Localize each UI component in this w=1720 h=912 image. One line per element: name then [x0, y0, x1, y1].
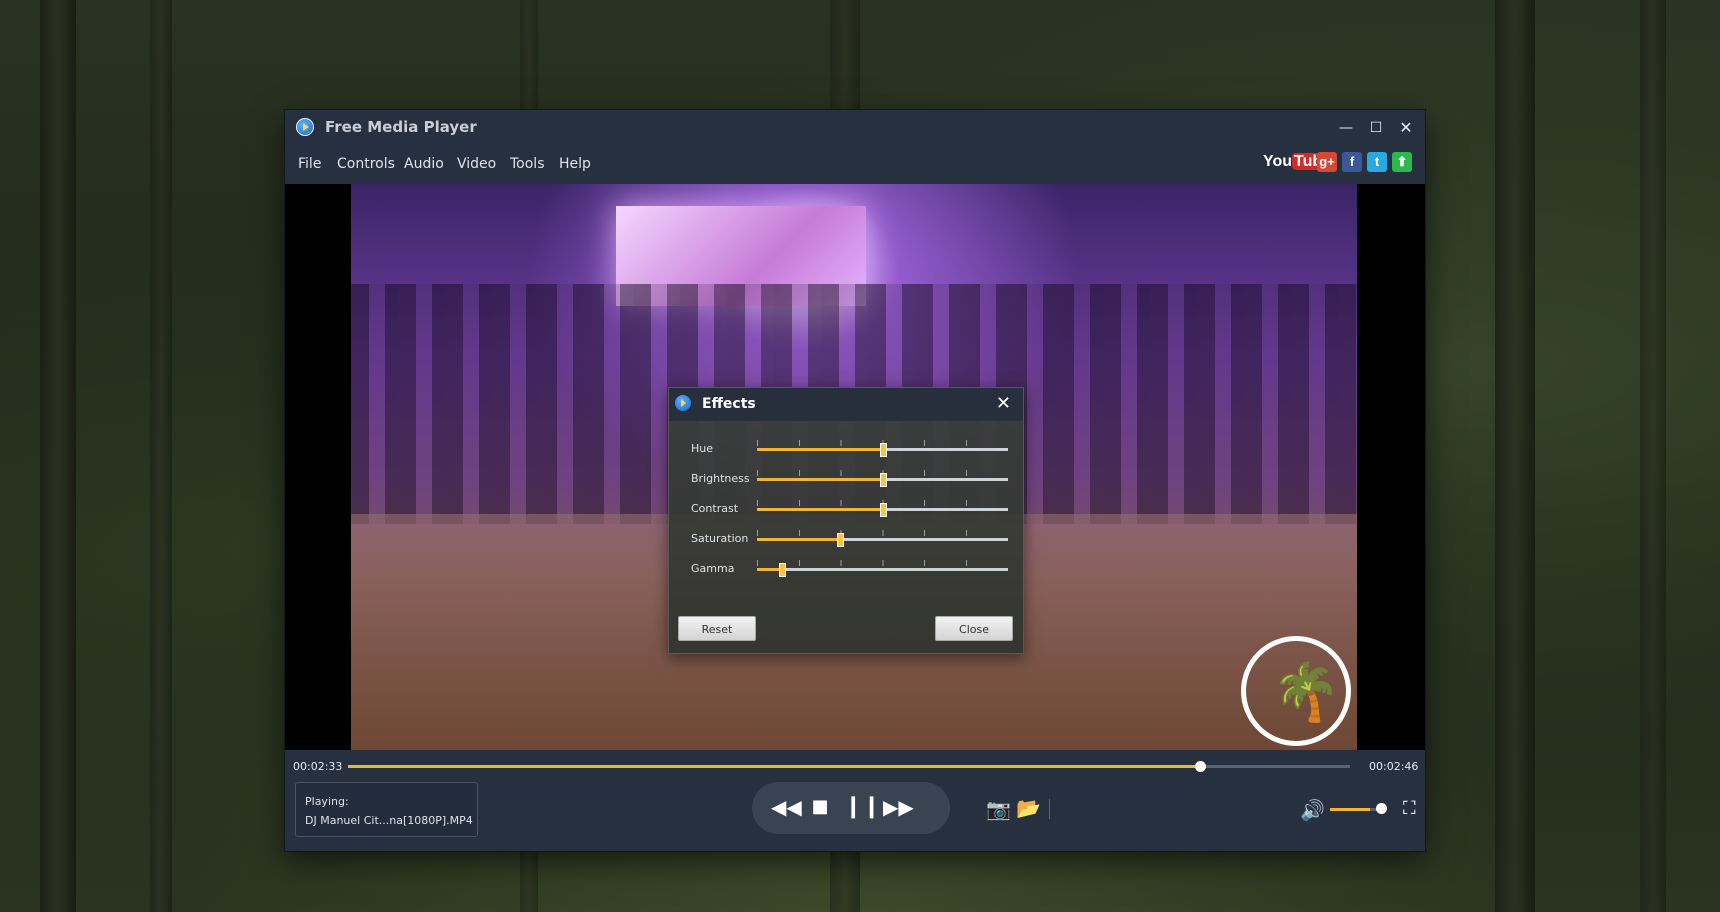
youtube-you-text: You [1263, 153, 1293, 170]
slider-row-gamma: Gamma [669, 556, 1023, 582]
minimize-button[interactable]: — [1334, 116, 1358, 140]
gamma-slider[interactable] [757, 563, 1008, 577]
title-bar[interactable]: Free Media Player — ☐ ✕ [285, 110, 1425, 146]
slider-knob[interactable] [836, 533, 844, 547]
slider-knob[interactable] [879, 503, 887, 517]
facebook-icon[interactable]: f [1342, 152, 1362, 172]
now-playing-box: Playing: DJ Manuel Cit...na[1080P].MP4 [295, 782, 478, 837]
slider-fill [757, 478, 883, 481]
elapsed-time: 00:02:33 [293, 760, 343, 773]
effects-close-button[interactable]: Close [935, 616, 1013, 641]
seek-track[interactable] [348, 761, 1350, 772]
slider-row-contrast: Contrast [669, 496, 1023, 522]
pause-icon[interactable]: ❙❙ [844, 796, 881, 818]
fullscreen-icon[interactable]: ⛶ [1403, 798, 1416, 819]
volume-handle[interactable] [1376, 803, 1387, 814]
seek-bar: 00:02:33 00:02:46 [285, 750, 1425, 780]
hue-slider[interactable] [757, 443, 1008, 457]
saturation-slider[interactable] [757, 533, 1008, 547]
seek-progress [348, 765, 1200, 768]
slider-fill [757, 448, 883, 451]
menu-help[interactable]: Help [559, 156, 591, 172]
reset-button[interactable]: Reset [678, 616, 756, 641]
menu-video[interactable]: Video [457, 156, 496, 172]
twitter-icon[interactable]: t [1367, 152, 1387, 172]
contrast-slider[interactable] [757, 503, 1008, 517]
menu-audio[interactable]: Audio [404, 156, 444, 172]
menu-bar: File Controls Audio Video Tools Help [285, 146, 1425, 184]
background-tree [150, 0, 172, 912]
stop-icon[interactable]: ■ [807, 796, 833, 818]
slider-fill [757, 538, 840, 541]
now-playing-filename: DJ Manuel Cit...na[1080P].MP4 [305, 814, 473, 827]
slider-label: Saturation [691, 532, 749, 545]
effects-title-bar[interactable]: Effects ✕ [669, 388, 1023, 421]
slider-knob[interactable] [879, 473, 887, 487]
video-area[interactable]: 🌴 Effects ✕ Hue Brightness Contrast Satu… [285, 184, 1425, 750]
media-player-window: Free Media Player — ☐ ✕ File Controls Au… [285, 110, 1425, 851]
now-playing-label: Playing: [305, 795, 349, 808]
menu-tools[interactable]: Tools [510, 156, 545, 172]
app-logo-icon [296, 118, 314, 136]
effects-logo-icon [675, 395, 691, 411]
window-title: Free Media Player [325, 118, 477, 136]
menu-file[interactable]: File [298, 156, 321, 172]
youtube-icon[interactable]: You Tube [1263, 152, 1334, 172]
slider-ticks [757, 530, 1008, 536]
background-tree [40, 0, 76, 912]
divider [1049, 799, 1050, 819]
upload-icon[interactable]: ⬆ [1392, 152, 1412, 172]
total-time: 00:02:46 [1369, 760, 1419, 773]
slider-row-brightness: Brightness [669, 466, 1023, 492]
slider-row-hue: Hue [669, 436, 1023, 462]
slider-fill [757, 508, 883, 511]
menu-controls[interactable]: Controls [337, 156, 395, 172]
effects-close-icon[interactable]: ✕ [996, 393, 1011, 414]
folder-icon[interactable]: 📂 [1016, 796, 1041, 820]
effects-dialog: Effects ✕ Hue Brightness Contrast Satura… [668, 387, 1024, 654]
rewind-icon[interactable]: ◀◀ [771, 796, 802, 818]
slider-label: Contrast [691, 502, 739, 515]
googleplus-icon[interactable]: g+ [1317, 152, 1337, 172]
background-tree [1495, 0, 1535, 912]
slider-label: Brightness [691, 472, 750, 485]
slider-knob[interactable] [779, 563, 787, 577]
slider-label: Hue [691, 442, 714, 455]
slider-label: Gamma [691, 562, 735, 575]
transport-controls: ◀◀ ■ ❙❙ ▶▶ [752, 782, 950, 834]
control-bar: Playing: DJ Manuel Cit...na[1080P].MP4 ◀… [285, 780, 1425, 851]
slider-knob[interactable] [879, 443, 887, 457]
volume-icon[interactable]: 🔊 [1300, 798, 1325, 822]
slider-ticks [757, 560, 1008, 566]
palm-tree-watermark: 🌴 [1241, 636, 1351, 746]
slider-row-saturation: Saturation [669, 526, 1023, 552]
effects-title: Effects [702, 396, 756, 412]
close-button[interactable]: ✕ [1394, 116, 1418, 140]
brightness-slider[interactable] [757, 473, 1008, 487]
volume-slider[interactable] [1330, 808, 1380, 811]
fast-forward-icon[interactable]: ▶▶ [883, 796, 914, 818]
camera-icon[interactable]: 📷 [986, 797, 1011, 821]
background-tree [1640, 0, 1666, 912]
maximize-button[interactable]: ☐ [1364, 116, 1388, 140]
seek-handle[interactable] [1194, 761, 1206, 772]
